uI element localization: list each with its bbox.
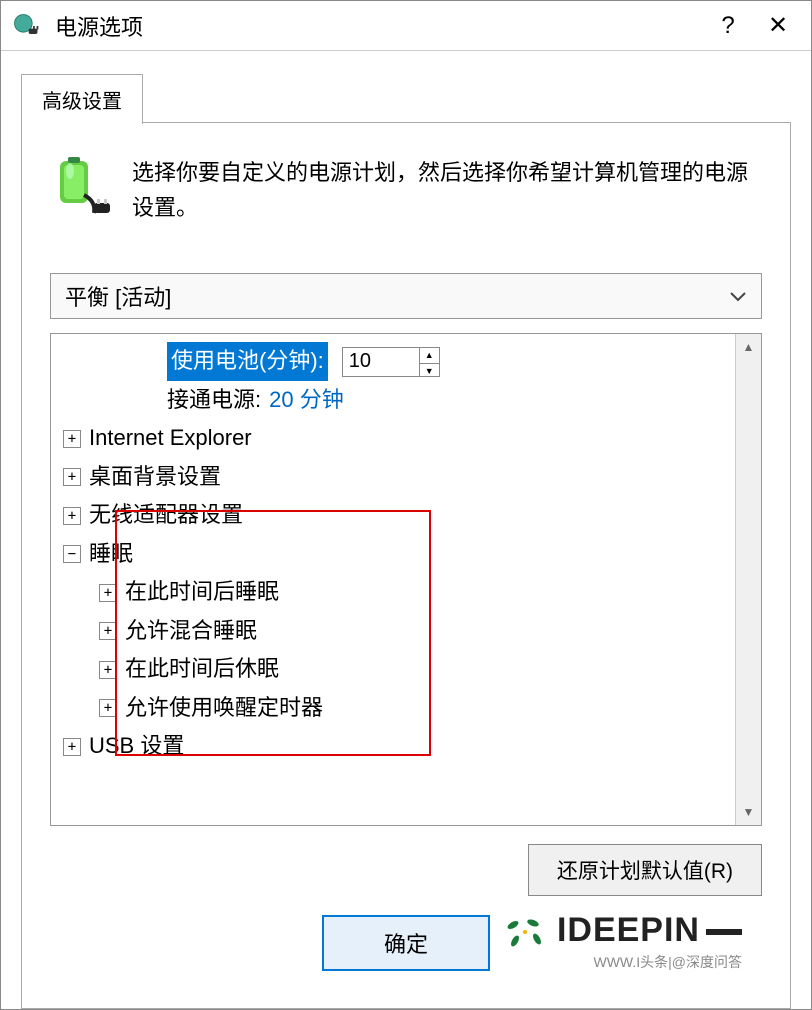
tab-advanced-settings[interactable]: 高级设置 bbox=[21, 74, 143, 124]
settings-tree-container: 使用电池(分钟): 10 ▲ ▼ 接通电源: 20 分钟 bbox=[50, 333, 762, 826]
tree-item-hybrid-sleep[interactable]: + 允许混合睡眠 bbox=[57, 612, 725, 651]
tree-label: USB 设置 bbox=[89, 727, 184, 766]
expand-icon[interactable]: + bbox=[99, 584, 117, 602]
scroll-track[interactable] bbox=[736, 360, 761, 799]
tree-label: 允许使用唤醒定时器 bbox=[125, 689, 323, 728]
expand-icon[interactable]: + bbox=[63, 507, 81, 525]
dialog-buttons: 确定 IDEEPIN WWW.I头条|@深度问答 bbox=[50, 896, 762, 980]
scroll-up-button[interactable]: ▲ bbox=[736, 334, 761, 360]
power-plan-dropdown[interactable]: 平衡 [活动] bbox=[50, 273, 762, 319]
restore-row: 还原计划默认值(R) bbox=[50, 844, 762, 896]
settings-tree[interactable]: 使用电池(分钟): 10 ▲ ▼ 接通电源: 20 分钟 bbox=[51, 334, 735, 825]
tree-label: 无线适配器设置 bbox=[89, 496, 243, 535]
battery-minutes-value[interactable]: 10 bbox=[343, 348, 419, 376]
expand-icon[interactable]: + bbox=[99, 661, 117, 679]
expand-icon[interactable]: + bbox=[99, 699, 117, 717]
tab-strip-border bbox=[143, 73, 791, 123]
tab-strip: 高级设置 bbox=[21, 73, 791, 123]
close-button[interactable]: ✕ bbox=[753, 1, 803, 51]
tree-label: 睡眠 bbox=[89, 535, 133, 574]
plugged-in-label: 接通电源: bbox=[167, 381, 261, 420]
tree-item-desktop-background[interactable]: + 桌面背景设置 bbox=[57, 458, 725, 497]
tree-label: 允许混合睡眠 bbox=[125, 612, 257, 651]
dialog-content: 高级设置 选择你要自定义的电源计划，然后选择你 bbox=[1, 51, 811, 1009]
collapse-icon[interactable]: − bbox=[63, 545, 81, 563]
vertical-scrollbar[interactable]: ▲ ▼ bbox=[735, 334, 761, 825]
spinner-down-button[interactable]: ▼ bbox=[420, 364, 439, 380]
tree-item-battery-minutes[interactable]: 使用电池(分钟): 10 ▲ ▼ bbox=[57, 342, 725, 381]
tree-label: Internet Explorer bbox=[89, 419, 252, 458]
tree-item-internet-explorer[interactable]: + Internet Explorer bbox=[57, 419, 725, 458]
tree-item-sleep[interactable]: − 睡眠 bbox=[57, 535, 725, 574]
watermark-text: WWW.I头条|@深度问答 bbox=[594, 952, 743, 972]
tree-label: 在此时间后休眠 bbox=[125, 650, 279, 689]
power-options-dialog: 电源选项 ? ✕ 高级设置 bbox=[0, 0, 812, 1010]
ok-button[interactable]: 确定 bbox=[322, 915, 490, 971]
spinner-buttons: ▲ ▼ bbox=[419, 348, 439, 376]
on-battery-label: 使用电池(分钟): bbox=[167, 342, 328, 381]
window-title: 电源选项 bbox=[55, 10, 703, 42]
ideepin-logo: IDEEPIN bbox=[503, 911, 743, 950]
battery-minutes-spinner[interactable]: 10 ▲ ▼ bbox=[342, 347, 440, 377]
scroll-down-button[interactable]: ▼ bbox=[736, 799, 761, 825]
power-plug-icon bbox=[9, 9, 43, 43]
expand-icon[interactable]: + bbox=[63, 430, 81, 448]
expand-icon[interactable]: + bbox=[99, 622, 117, 640]
intro-section: 选择你要自定义的电源计划，然后选择你希望计算机管理的电源设置。 bbox=[50, 155, 762, 225]
chevron-down-icon bbox=[729, 283, 747, 309]
restore-defaults-button[interactable]: 还原计划默认值(R) bbox=[528, 844, 762, 896]
tree-item-plugged-in[interactable]: 接通电源: 20 分钟 bbox=[57, 381, 725, 420]
tree-label: 在此时间后睡眠 bbox=[125, 573, 279, 612]
help-button[interactable]: ? bbox=[703, 1, 753, 51]
tree-item-wireless-adapter[interactable]: + 无线适配器设置 bbox=[57, 496, 725, 535]
titlebar: 电源选项 ? ✕ bbox=[1, 1, 811, 51]
expand-icon[interactable]: + bbox=[63, 468, 81, 486]
tree-item-hibernate-after[interactable]: + 在此时间后休眠 bbox=[57, 650, 725, 689]
tree-item-sleep-after[interactable]: + 在此时间后睡眠 bbox=[57, 573, 725, 612]
tree-item-wake-timers[interactable]: + 允许使用唤醒定时器 bbox=[57, 689, 725, 728]
spinner-up-button[interactable]: ▲ bbox=[420, 348, 439, 365]
intro-text: 选择你要自定义的电源计划，然后选择你希望计算机管理的电源设置。 bbox=[132, 155, 762, 225]
tab-panel: 选择你要自定义的电源计划，然后选择你希望计算机管理的电源设置。 平衡 [活动] … bbox=[21, 123, 791, 1009]
battery-plug-icon bbox=[50, 155, 114, 219]
tree-item-usb-settings[interactable]: + USB 设置 bbox=[57, 727, 725, 766]
tree-label: 桌面背景设置 bbox=[89, 458, 221, 497]
power-plan-value: 平衡 [活动] bbox=[65, 280, 171, 312]
expand-icon[interactable]: + bbox=[63, 738, 81, 756]
plugged-in-value[interactable]: 20 分钟 bbox=[269, 381, 344, 420]
